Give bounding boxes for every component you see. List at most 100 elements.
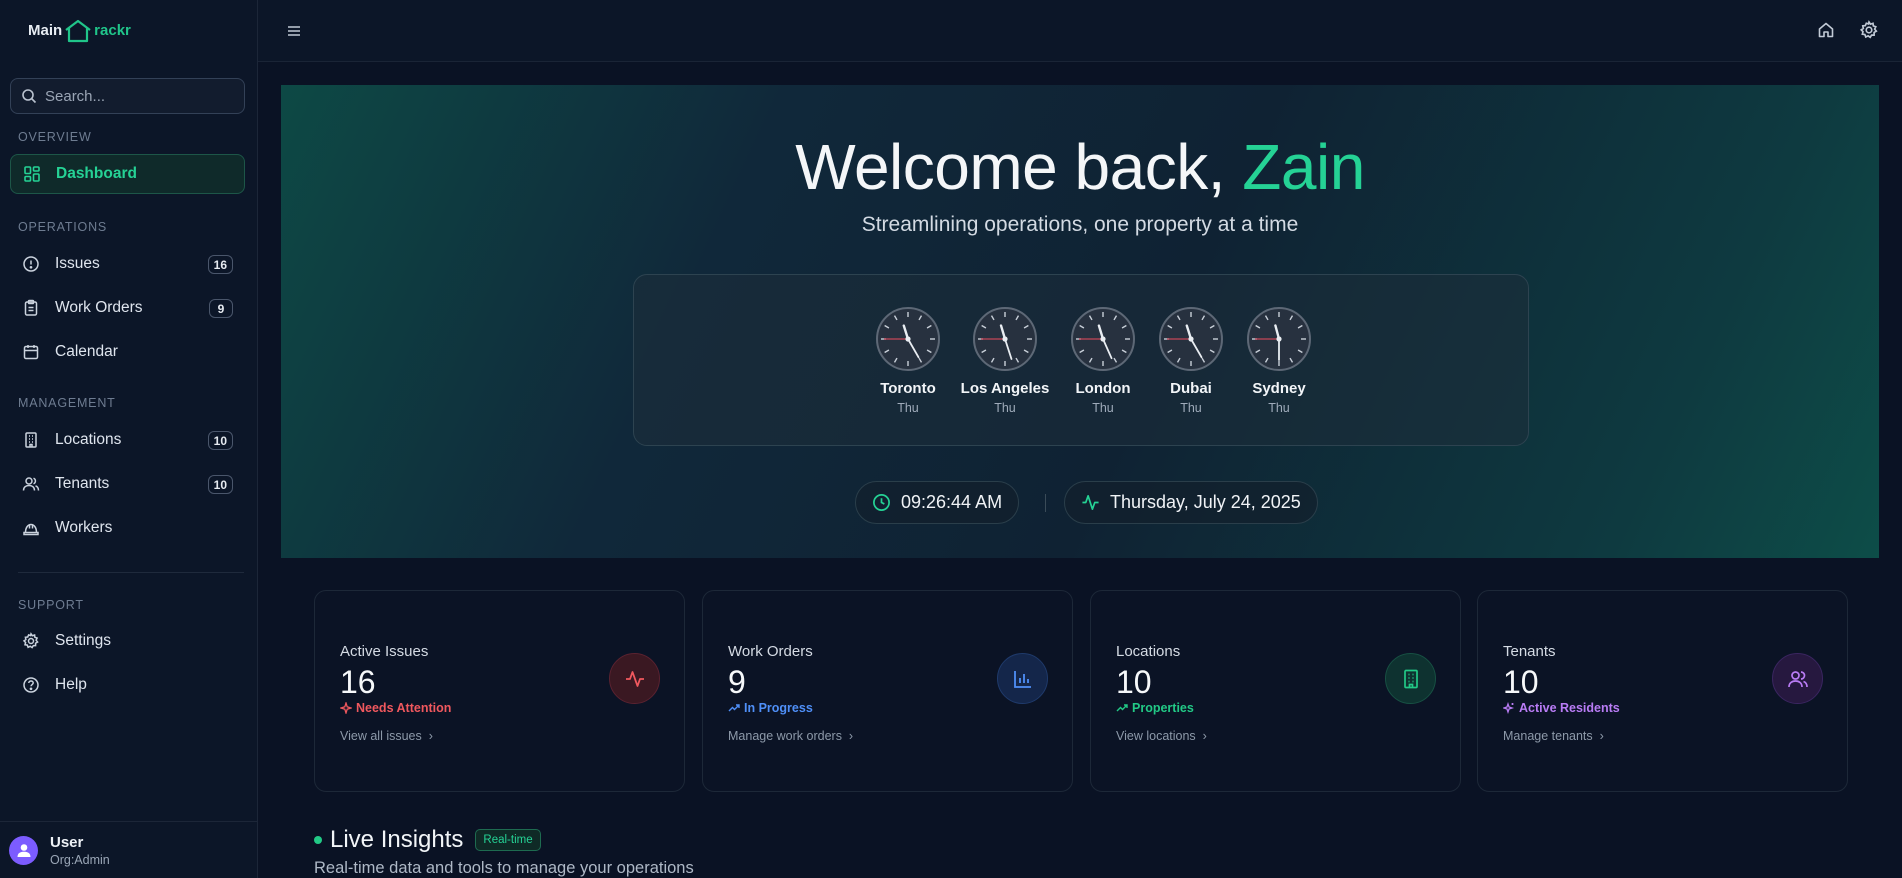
live-indicator-dot bbox=[314, 836, 322, 844]
stat-label: Tenants bbox=[1503, 643, 1556, 660]
count-badge: 10 bbox=[207, 475, 233, 494]
stat-tag: Active Residents bbox=[1503, 701, 1620, 715]
user-role: Org:Admin bbox=[50, 852, 110, 867]
sidebar-item-dashboard[interactable]: Dashboard bbox=[10, 154, 245, 194]
stat-label: Work Orders bbox=[728, 643, 813, 660]
current-date-pill: Thursday, July 24, 2025 bbox=[1064, 481, 1318, 524]
stat-tag: Needs Attention bbox=[340, 701, 451, 715]
trending-up-icon bbox=[1116, 704, 1128, 712]
sidebar-item-tenants[interactable]: Tenants 10 bbox=[10, 464, 245, 504]
stat-icon-badge bbox=[997, 653, 1048, 704]
sidebar-item-work-orders[interactable]: Work Orders 9 bbox=[10, 288, 245, 328]
view-all-issues-link[interactable]: View all issues › bbox=[340, 729, 433, 743]
users-icon bbox=[22, 477, 40, 491]
user-profile[interactable]: User Org:Admin bbox=[0, 821, 258, 878]
bar-chart-icon bbox=[1013, 670, 1031, 688]
section-label-support: SUPPORT bbox=[18, 598, 84, 612]
section-label-operations: OPERATIONS bbox=[18, 220, 108, 234]
section-label-overview: OVERVIEW bbox=[18, 130, 92, 144]
clock-city: Sydney bbox=[1252, 380, 1306, 397]
hard-hat-icon bbox=[23, 523, 39, 536]
stat-card-tenants: Tenants 10 Active Residents Manage tenan… bbox=[1477, 590, 1848, 792]
sidebar-item-label: Issues bbox=[55, 255, 100, 272]
sidebar-item-help[interactable]: Help bbox=[10, 665, 245, 705]
users-icon bbox=[1787, 670, 1808, 687]
calendar-icon bbox=[23, 345, 39, 360]
view-locations-link[interactable]: View locations › bbox=[1116, 729, 1207, 743]
clock-city: Toronto bbox=[880, 380, 936, 397]
sparkle-icon bbox=[340, 702, 352, 714]
gear-icon[interactable] bbox=[1859, 20, 1879, 40]
current-time-pill: 09:26:44 AM bbox=[855, 481, 1020, 524]
count-badge: 9 bbox=[209, 299, 233, 318]
current-time: 09:26:44 AM bbox=[901, 492, 1003, 512]
welcome-hero: Welcome back, Zain Streamlining operatio… bbox=[281, 85, 1879, 558]
search-box[interactable] bbox=[10, 78, 245, 114]
stat-card-locations: Locations 10 Properties View locations › bbox=[1090, 590, 1461, 792]
sidebar-item-workers[interactable]: Workers bbox=[10, 508, 245, 548]
sidebar-item-settings[interactable]: Settings bbox=[10, 621, 245, 661]
activity-icon bbox=[625, 670, 644, 687]
stat-label: Active Issues bbox=[340, 643, 429, 660]
sidebar-divider bbox=[18, 572, 244, 573]
sidebar-item-locations[interactable]: Locations 10 bbox=[10, 420, 245, 460]
menu-icon[interactable] bbox=[284, 21, 304, 41]
user-name: User bbox=[50, 833, 84, 851]
analog-clock-icon bbox=[1159, 307, 1223, 371]
sidebar-item-label: Locations bbox=[55, 431, 122, 448]
count-badge: 16 bbox=[207, 255, 233, 274]
hero-tagline: Streamlining operations, one property at… bbox=[861, 213, 1299, 236]
section-label-management: MANAGEMENT bbox=[18, 396, 116, 410]
stat-icon-badge bbox=[1385, 653, 1436, 704]
building-icon bbox=[25, 432, 37, 448]
dashboard-icon bbox=[24, 166, 40, 182]
stat-label: Locations bbox=[1116, 643, 1181, 660]
sidebar-item-calendar[interactable]: Calendar bbox=[10, 332, 245, 372]
avatar bbox=[9, 835, 38, 865]
pill-divider bbox=[1045, 494, 1046, 512]
section-title: Live Insights bbox=[330, 826, 464, 853]
sidebar-item-issues[interactable]: Issues 16 bbox=[10, 244, 245, 284]
analog-clock-icon bbox=[973, 307, 1037, 371]
world-clock: Sydney Thu bbox=[1224, 306, 1334, 415]
sidebar-item-label: Work Orders bbox=[55, 299, 143, 316]
clipboard-icon bbox=[24, 299, 38, 316]
stat-card-active-issues: Active Issues 16 Needs Attention View al… bbox=[314, 590, 685, 792]
sidebar-item-label: Workers bbox=[55, 519, 113, 536]
gear-icon bbox=[22, 632, 39, 649]
stat-value: 16 bbox=[340, 664, 376, 700]
sidebar-item-label: Help bbox=[55, 676, 87, 693]
stat-value: 9 bbox=[728, 664, 746, 700]
sparkles-icon bbox=[1503, 702, 1515, 714]
stat-value: 10 bbox=[1503, 664, 1539, 700]
clock-icon bbox=[873, 494, 890, 511]
manage-tenants-link[interactable]: Manage tenants › bbox=[1503, 729, 1604, 743]
count-badge: 10 bbox=[207, 431, 233, 450]
analog-clock-icon bbox=[876, 307, 940, 371]
top-bar bbox=[258, 0, 1902, 62]
manage-work-orders-link[interactable]: Manage work orders › bbox=[728, 729, 853, 743]
clock-day: Thu bbox=[1268, 401, 1290, 415]
stat-icon-badge bbox=[609, 653, 660, 704]
world-clock: Los Angeles Thu bbox=[950, 306, 1060, 415]
stat-card-work-orders: Work Orders 9 In Progress Manage work or… bbox=[702, 590, 1073, 792]
building-icon bbox=[1403, 669, 1418, 688]
search-input[interactable] bbox=[45, 87, 235, 105]
clock-day: Thu bbox=[897, 401, 919, 415]
alert-circle-icon bbox=[23, 256, 39, 272]
activity-icon bbox=[1082, 494, 1099, 511]
app-logo[interactable]: Main rackr bbox=[0, 0, 257, 61]
sidebar-item-label: Settings bbox=[55, 632, 112, 649]
live-insights-header: Live Insights Real-time bbox=[314, 826, 541, 854]
sidebar-item-label: Dashboard bbox=[56, 165, 137, 182]
welcome-heading: Welcome back, Zain bbox=[795, 131, 1365, 203]
search-icon bbox=[22, 89, 37, 104]
trending-up-icon bbox=[728, 704, 740, 712]
world-clocks-panel: Toronto Thu Los Angeles Thu London Thu D… bbox=[633, 274, 1529, 446]
sidebar-item-label: Tenants bbox=[55, 475, 110, 492]
analog-clock-icon bbox=[1247, 307, 1311, 371]
house-logo-icon bbox=[65, 19, 91, 42]
section-subtitle: Real-time data and tools to manage your … bbox=[314, 859, 694, 877]
home-icon[interactable] bbox=[1816, 20, 1836, 40]
help-circle-icon bbox=[23, 677, 39, 693]
